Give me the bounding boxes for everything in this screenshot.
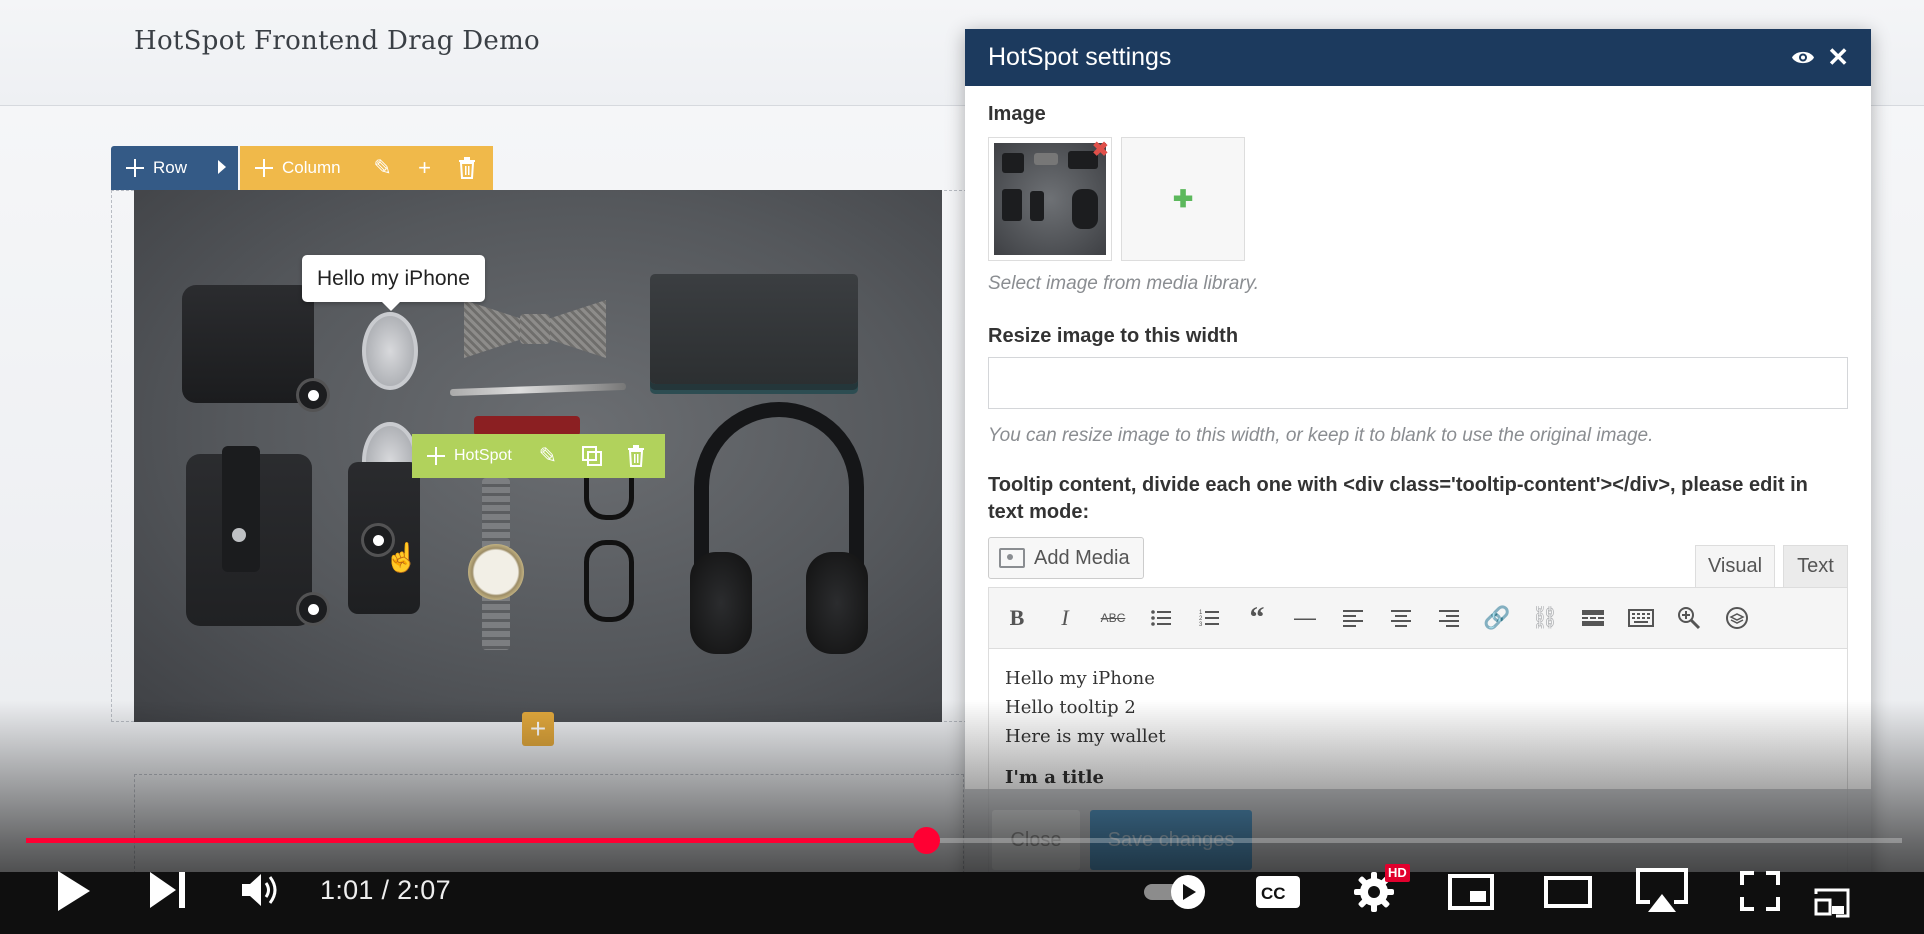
cast-icon[interactable] [1814,888,1850,918]
eye-icon[interactable] [1791,49,1815,66]
media-icon [999,548,1025,568]
read-more-icon[interactable] [1573,598,1613,638]
remove-image-icon[interactable]: ✖ [1092,137,1109,162]
video-frame[interactable]: HotSpot Frontend Drag Demo Row Column ✎ … [0,0,1924,934]
bullet-list-icon[interactable] [1141,598,1181,638]
trash-icon[interactable] [453,154,481,182]
theater-mode-icon[interactable] [1544,876,1592,908]
pencil-icon[interactable]: ✎ [369,154,397,182]
editor-line: Hello tooltip 2 [1005,697,1136,718]
modal-header: HotSpot settings ✕ [965,29,1871,86]
column-toolbar[interactable]: Column ✎ + [240,146,493,190]
resize-help: You can resize image to this width, or k… [988,425,1654,446]
headphones-object [690,402,868,662]
move-icon[interactable] [254,158,274,178]
tab-visual[interactable]: Visual [1695,545,1775,587]
airplay-icon[interactable] [1636,868,1688,914]
editor-line: Hello my iPhone [1005,668,1155,689]
move-icon[interactable] [426,446,446,466]
align-left-icon[interactable] [1333,598,1373,638]
image-label: Image [988,103,1046,125]
italic-icon[interactable]: I [1045,598,1085,638]
hd-badge: HD [1385,864,1410,882]
svg-text:CC: CC [1261,884,1286,903]
resize-label: Resize image to this width [988,325,1239,347]
progress-played [26,838,927,843]
play-icon[interactable] [54,869,92,913]
editor-line: Here is my wallet [1005,726,1166,747]
next-icon[interactable] [148,870,188,910]
zoom-icon[interactable] [1669,598,1709,638]
watch-face-object [468,544,524,600]
trash-icon[interactable] [622,442,650,470]
hotspot-toolbar[interactable]: HotSpot ✎ [412,434,665,478]
keyboard-icon[interactable] [1621,598,1661,638]
strikethrough-icon[interactable]: ABC [1093,598,1133,638]
blockquote-icon[interactable]: “ [1237,598,1277,638]
close-icon[interactable]: ✕ [1827,42,1849,72]
clone-icon[interactable] [578,442,606,470]
row-label: Row [153,158,188,177]
notebook-object [650,274,858,384]
phone-pouch-object [186,446,312,626]
numbered-list-icon[interactable]: 123 [1189,598,1229,638]
fullscreen-icon[interactable] [1740,871,1780,911]
pen-object [449,382,627,397]
image-help: Select image from media library. [988,273,1260,294]
caret-right-icon[interactable] [218,160,226,174]
bowtie-object [464,292,606,366]
hotspot-tooltip: Hello my iPhone [302,255,485,311]
resize-width-input[interactable] [988,357,1848,409]
move-icon[interactable] [125,158,145,178]
tooltip-content-label: Tooltip content, divide each one with <d… [988,474,1808,523]
site-title: HotSpot Frontend Drag Demo [134,26,540,56]
captions-icon[interactable]: CC [1255,875,1301,909]
align-center-icon[interactable] [1381,598,1421,638]
add-media-label: Add Media [1034,546,1130,569]
column-label: Column [282,158,341,177]
editor-heading: I'm a title [1005,767,1104,788]
plus-icon[interactable]: + [411,154,439,182]
hotspot-marker-wallet[interactable] [296,378,330,412]
autoplay-toggle-icon[interactable] [1142,874,1208,910]
layers-icon[interactable] [1717,598,1757,638]
hotspot-label: HotSpot [454,447,512,464]
hotspot-marker-pouch[interactable] [296,592,330,626]
link-icon[interactable]: 🔗 [1477,598,1517,638]
add-media-button[interactable]: Add Media [988,537,1144,579]
pencil-icon[interactable]: ✎ [534,442,562,470]
time-display: 1:01 / 2:07 [320,875,451,905]
volume-icon[interactable] [240,871,280,909]
hotspot-settings-modal: HotSpot settings ✕ Image ✖ ✚ Select imag… [965,29,1871,934]
empty-row-outline [134,774,964,874]
bold-icon[interactable]: B [997,598,1037,638]
align-right-icon[interactable] [1429,598,1469,638]
add-image-button[interactable]: ✚ [1121,137,1245,261]
horizontal-line-icon[interactable]: — [1285,598,1325,638]
pointer-hand-icon: ☝ [384,542,419,573]
modal-title: HotSpot settings [988,43,1172,71]
svg-text:3: 3 [1199,622,1203,627]
miniplayer-icon[interactable] [1448,874,1494,910]
wallet-object [182,285,314,403]
row-toolbar[interactable]: Row [111,146,238,190]
progress-bar[interactable] [26,827,1902,854]
editor-toolbar: B I ABC 123 “ — 🔗 ⛓ [988,587,1848,649]
add-element-button[interactable]: + [522,712,554,746]
unlink-icon[interactable]: ⛓ [1525,598,1565,638]
tab-text[interactable]: Text [1783,545,1848,587]
knife-object [474,416,580,436]
